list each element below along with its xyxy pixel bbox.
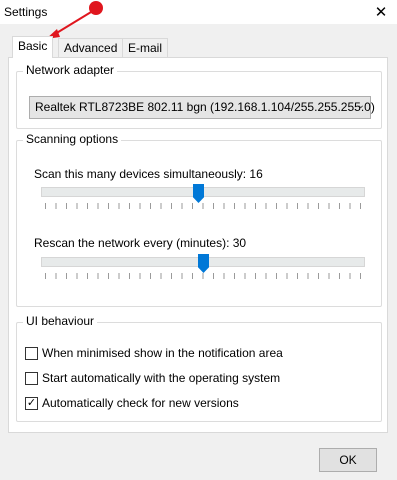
- window-title: Settings: [4, 5, 48, 19]
- chevron-down-icon: ⌄: [356, 100, 365, 111]
- minimise-tray-checkbox[interactable]: [25, 346, 38, 360]
- tab-email[interactable]: E-mail: [122, 38, 169, 57]
- ui-behaviour-legend: UI behaviour: [23, 314, 98, 328]
- network-adapter-group: Network adapter Realtek RTL8723BE 802.11…: [16, 63, 382, 129]
- check-updates-option[interactable]: ✓ Automatically check for new versions: [25, 395, 239, 411]
- close-icon: ✕: [374, 4, 388, 21]
- minimise-tray-label: When minimised show in the notification …: [42, 346, 283, 360]
- start-with-os-label: Start automatically with the operating s…: [42, 371, 281, 385]
- tab-basic[interactable]: Basic: [12, 36, 54, 58]
- devices-slider-thumb[interactable]: [193, 184, 204, 203]
- minimise-tray-option[interactable]: When minimised show in the notification …: [25, 345, 283, 361]
- scanning-options-group: Scanning options Scan this many devices …: [16, 132, 382, 307]
- network-adapter-legend: Network adapter: [23, 63, 118, 77]
- checkmark-icon: ✓: [26, 396, 37, 409]
- ok-button[interactable]: OK: [319, 448, 377, 472]
- devices-slider-ticks: [45, 203, 361, 209]
- ui-behaviour-group: UI behaviour When minimised show in the …: [16, 314, 382, 422]
- rescan-slider-ticks: [45, 273, 361, 279]
- rescan-slider-thumb[interactable]: [198, 254, 209, 273]
- rescan-slider-label: Rescan the network every (minutes): 30: [34, 236, 247, 250]
- title-bar: Settings ✕: [0, 0, 397, 24]
- network-adapter-select[interactable]: Realtek RTL8723BE 802.11 bgn (192.168.1.…: [29, 96, 375, 119]
- devices-slider-label: Scan this many devices simultaneously: 1…: [34, 167, 263, 181]
- start-with-os-checkbox[interactable]: [25, 371, 38, 385]
- close-button[interactable]: ✕: [365, 0, 397, 24]
- scanning-options-legend: Scanning options: [23, 132, 122, 146]
- network-adapter-value: Realtek RTL8723BE 802.11 bgn (192.168.1.…: [35, 100, 375, 114]
- check-updates-label: Automatically check for new versions: [42, 396, 239, 410]
- check-updates-checkbox[interactable]: ✓: [25, 396, 38, 410]
- start-with-os-option[interactable]: Start automatically with the operating s…: [25, 370, 280, 386]
- basic-tab-panel: Network adapter Realtek RTL8723BE 802.11…: [8, 57, 388, 433]
- tab-advanced[interactable]: Advanced: [58, 38, 124, 57]
